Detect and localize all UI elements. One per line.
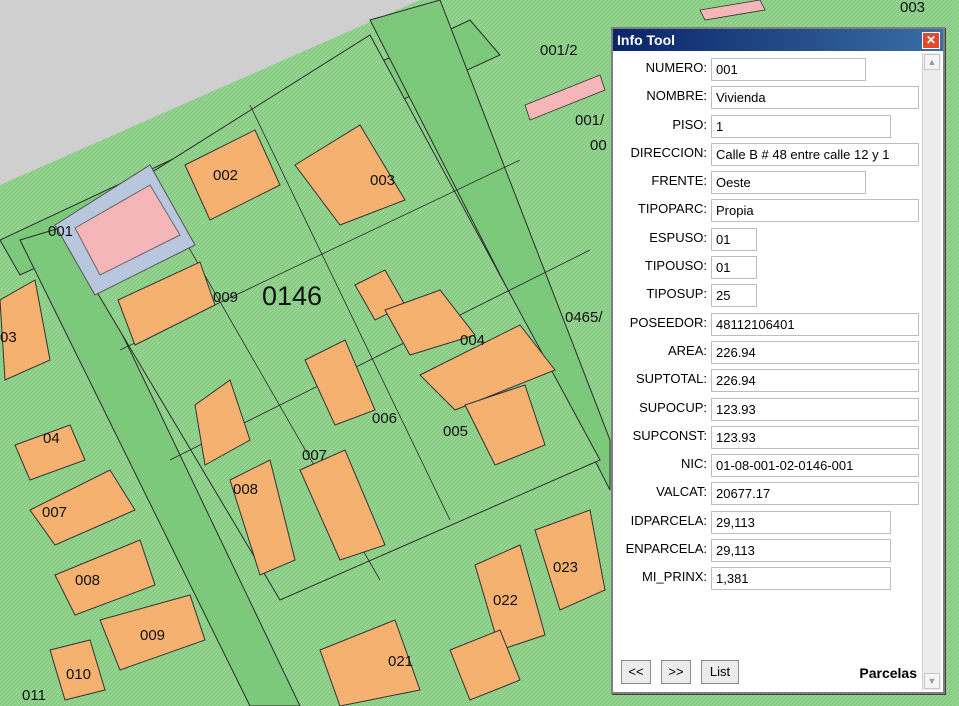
attribute-list: NUMERO: 001 NOMBRE: Vivienda PISO: 1 DIRECCION… xyxy=(615,57,921,595)
attribute-row: ENPARCELA: 29,113 xyxy=(615,538,921,566)
info-tool-titlebar[interactable]: Info Tool ✕ xyxy=(613,29,943,51)
attribute-row: SUPTOTAL: 226.94 xyxy=(615,368,921,396)
parcel-label: 007 xyxy=(42,504,67,521)
attribute-value[interactable]: 123.93 xyxy=(711,397,919,421)
parcel-label: 008 xyxy=(233,481,258,498)
attribute-label: PISO: xyxy=(672,116,707,132)
attribute-label: NUMERO: xyxy=(645,60,707,75)
parcel-label: 011 xyxy=(22,687,46,704)
parcel-label: 004 xyxy=(460,332,485,349)
parcel-label: 021 xyxy=(388,653,413,670)
attribute-value[interactable]: Vivienda xyxy=(711,86,919,110)
close-icon[interactable]: ✕ xyxy=(922,32,940,49)
scroll-down-icon[interactable]: ▼ xyxy=(924,673,940,689)
layer-name: Parcelas xyxy=(859,665,917,681)
attribute-value[interactable]: 1,381 xyxy=(711,567,891,591)
parcel-label: 006 xyxy=(372,410,397,427)
attribute-row: FRENTE: Oeste xyxy=(615,170,921,198)
attribute-value[interactable]: 01-08-001-02-0146-001 xyxy=(711,454,919,478)
attribute-value[interactable]: 226.94 xyxy=(711,340,919,364)
previous-record-button[interactable]: << xyxy=(621,660,651,684)
attribute-label: ENPARCELA: xyxy=(625,541,707,557)
attribute-row: NIC: 01-08-001-02-0146-001 xyxy=(615,453,921,481)
parcel-label: 04 xyxy=(43,430,60,447)
info-tool-window: Info Tool ✕ NUMERO: 001 NOMBRE: Vivienda PIS… xyxy=(611,27,945,694)
attribute-row: AREA: 226.94 xyxy=(615,340,921,368)
parcel-label: 010 xyxy=(66,666,91,683)
parcel-label: 00 xyxy=(590,137,607,154)
attribute-value[interactable]: Propia xyxy=(711,199,919,223)
vertical-scrollbar[interactable]: ▲ ▼ xyxy=(922,53,941,690)
window-title: Info Tool xyxy=(617,32,676,48)
info-tool-footer: << >> List Parcelas xyxy=(617,660,917,686)
attribute-row: POSEEDOR: 48112106401 xyxy=(615,312,921,340)
next-record-button[interactable]: >> xyxy=(661,660,691,684)
attribute-value[interactable]: 001 xyxy=(711,58,866,81)
attribute-label: ESPUSO: xyxy=(649,229,707,245)
attribute-row: DIRECCION: Calle B # 48 entre calle 12 y … xyxy=(615,142,921,170)
list-button[interactable]: List xyxy=(701,660,739,684)
parcel-label: 001/ xyxy=(575,112,605,129)
attribute-label: MI_PRINX: xyxy=(641,569,707,585)
attribute-value[interactable]: 29,113 xyxy=(711,510,891,534)
attribute-row: TIPOSUP: 25 xyxy=(615,283,921,311)
attribute-label: TIPOUSO: xyxy=(644,258,707,274)
attribute-label: POSEEDOR: xyxy=(629,314,707,330)
attribute-value[interactable]: 1 xyxy=(711,114,891,138)
parcel-label: 023 xyxy=(553,559,578,576)
attribute-row: SUPCONST: 123.93 xyxy=(615,425,921,453)
parcel-label: 022 xyxy=(493,592,518,609)
parcel-label: 003 xyxy=(370,172,395,189)
attribute-row: TIPOPARC: Propia xyxy=(615,198,921,226)
attribute-value[interactable]: 29,113 xyxy=(711,539,891,563)
attribute-label: DIRECCION: xyxy=(630,144,707,160)
attribute-label: TIPOPARC: xyxy=(637,201,707,217)
attribute-value[interactable]: 01 xyxy=(711,227,757,251)
attribute-value[interactable]: 20677.17 xyxy=(711,482,919,506)
parcel-label: 008 xyxy=(75,572,100,589)
attribute-value[interactable]: Calle B # 48 entre calle 12 y 1 xyxy=(711,142,919,166)
parcel-label: 001/2 xyxy=(540,42,578,59)
attribute-row: SUPOCUP: 123.93 xyxy=(615,397,921,425)
parcel-label: 0465/ xyxy=(565,309,603,326)
parcel-label: 001 xyxy=(48,223,73,240)
attribute-row: ESPUSO: 01 xyxy=(615,227,921,255)
parcel-label: 03 xyxy=(0,329,17,346)
attribute-row: NUMERO: 001 xyxy=(615,57,921,85)
attribute-label: NOMBRE: xyxy=(646,88,707,104)
attribute-value[interactable]: 226.94 xyxy=(711,369,919,393)
attribute-value[interactable]: Oeste xyxy=(711,171,866,195)
attribute-row: IDPARCELA: 29,113 xyxy=(615,510,921,538)
attribute-label: AREA: xyxy=(667,342,707,358)
parcel-label: 003 xyxy=(900,0,925,16)
attribute-value[interactable]: 48112106401 xyxy=(711,312,919,336)
attribute-value[interactable]: 123.93 xyxy=(711,425,919,449)
parcel-label: 002 xyxy=(213,167,238,184)
scroll-up-icon[interactable]: ▲ xyxy=(924,54,940,70)
parcel-label: 009 xyxy=(213,289,238,306)
parcel-label: 007 xyxy=(302,447,327,464)
attribute-value[interactable]: 01 xyxy=(711,256,757,280)
parcel-label: 009 xyxy=(140,627,165,644)
attribute-label: SUPCONST: xyxy=(632,427,707,443)
attribute-row: MI_PRINX: 1,381 xyxy=(615,566,921,594)
attribute-label: VALCAT: xyxy=(656,484,707,500)
attribute-label: FRENTE: xyxy=(651,173,707,189)
attribute-row: PISO: 1 xyxy=(615,114,921,142)
attribute-label: SUPOCUP: xyxy=(639,399,707,415)
attribute-row: NOMBRE: Vivienda xyxy=(615,85,921,113)
parcel-label: 005 xyxy=(443,423,468,440)
attribute-label: SUPTOTAL: xyxy=(635,371,707,387)
attribute-label: IDPARCELA: xyxy=(630,512,707,528)
attribute-row: TIPOUSO: 01 xyxy=(615,255,921,283)
attribute-label: TIPOSUP: xyxy=(646,286,707,302)
attribute-value[interactable]: 25 xyxy=(711,284,757,308)
attribute-row: VALCAT: 20677.17 xyxy=(615,481,921,509)
attribute-label: NIC: xyxy=(681,456,707,472)
block-label: 0146 xyxy=(262,281,322,311)
